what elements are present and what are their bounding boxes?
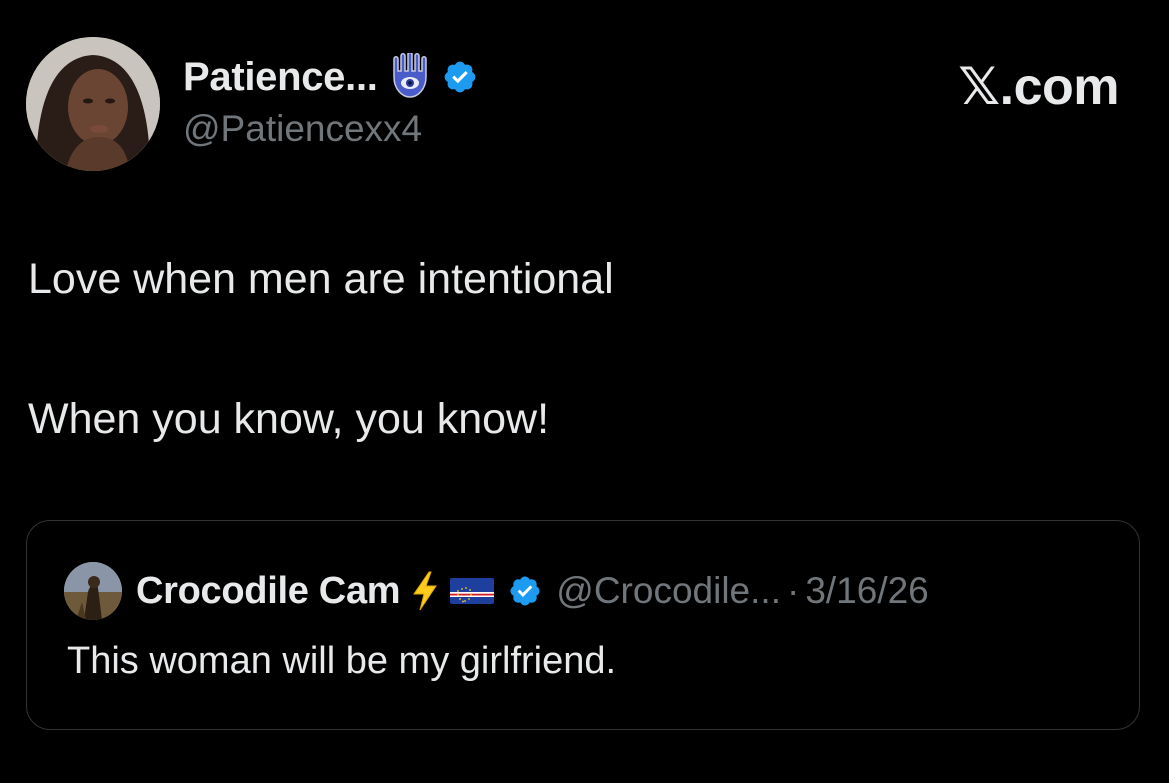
quote-verified-badge-icon [508,574,542,608]
author-handle[interactable]: @Patiencexx4 [183,108,422,150]
author-display-name[interactable]: Patience... [183,55,378,100]
verified-badge-icon [442,59,478,95]
x-brand-logo: 𝕏.com [958,58,1119,116]
quoted-tweet-card[interactable]: Crocodile Cam @Crocodile... · 3/16/26 Th… [26,520,1140,730]
hamsa-icon [384,51,436,101]
avatar-image [26,37,160,171]
tweet-screenshot: Patience... @Patiencexx4 𝕏.com Love when… [0,0,1169,783]
separator-dot: · [786,570,800,611]
quote-header: Crocodile Cam @Crocodile... · 3/16/26 [64,562,929,620]
quote-author-handle[interactable]: @Crocodile... [556,570,781,612]
tweet-text-line-2: When you know, you know! [28,395,550,443]
author-name-row: Patience... [183,51,478,101]
author-avatar[interactable] [26,37,160,171]
tweet-text-line-1: Love when men are intentional [28,255,614,303]
quote-author-avatar[interactable] [64,562,122,620]
cape-verde-flag-icon [450,578,495,604]
quote-text: This woman will be my girlfriend. [67,640,617,682]
bolt-icon [410,571,440,611]
quote-date[interactable]: 3/16/26 [805,570,928,612]
quote-author-display-name[interactable]: Crocodile Cam [136,570,401,613]
